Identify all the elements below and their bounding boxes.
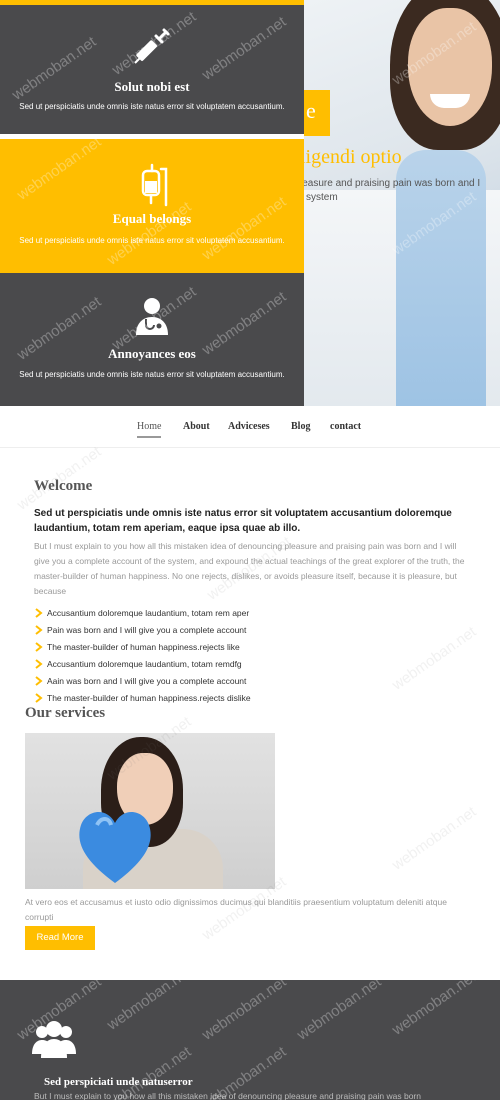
list-item: Pain was born and I will give you a comp… <box>34 621 251 638</box>
list-item: Aain was born and I will give you a comp… <box>34 672 251 689</box>
read-more-button[interactable]: Read More <box>25 926 95 950</box>
nav-about[interactable]: About <box>183 421 210 432</box>
feature-panel-title: Equal belongs <box>112 211 192 226</box>
hero-banner: e ligendi optio leasure and praising pai… <box>0 0 500 406</box>
list-item: Accusantium doloremque laudantium, totam… <box>34 604 251 621</box>
list-item: The master-builder of human happiness.re… <box>34 689 251 706</box>
watermark: webmoban.net <box>389 803 480 874</box>
footer-text: But I must explain to you how all this m… <box>34 1091 421 1100</box>
chevron-right-icon <box>35 641 43 652</box>
iv-drip-icon <box>141 163 168 207</box>
list-item: The master-builder of human happiness.re… <box>34 638 251 655</box>
nav-contact[interactable]: contact <box>330 421 361 432</box>
main-nav: Home About Adviceses Blog contact <box>0 406 500 448</box>
feature-panel[interactable]: Solut nobi est Sed ut perspiciatis unde … <box>0 0 304 134</box>
welcome-list: Accusantium doloremque laudantium, totam… <box>34 604 251 706</box>
chevron-right-icon <box>35 658 43 669</box>
users-icon <box>32 1021 76 1058</box>
chevron-right-icon <box>35 692 43 703</box>
slide-text: system <box>306 192 338 203</box>
services-title: Our services <box>25 705 106 721</box>
feature-panel-title: Annoyances eos <box>108 346 196 361</box>
feature-panels: Solut nobi est Sed ut perspiciatis unde … <box>0 0 304 406</box>
feature-panel-text: Sed ut perspiciatis unde omnis iste natu… <box>19 102 285 111</box>
slide-text: leasure and praising pain was born and I <box>300 178 481 189</box>
chevron-right-icon <box>35 675 43 686</box>
nav-home[interactable]: Home <box>137 421 162 438</box>
slide-heading: ligendi optio <box>300 146 402 168</box>
hero-doctor-photo <box>304 0 500 406</box>
heart-balloon-icon <box>79 811 151 883</box>
chevron-right-icon <box>35 607 43 618</box>
footer-section: Sed perspiciati unde natuserror But I mu… <box>0 980 500 1100</box>
feature-panel[interactable]: Equal belongs Sed ut perspiciatis unde o… <box>0 139 304 273</box>
nav-adviceses[interactable]: Adviceses <box>228 421 270 432</box>
doctor-icon <box>136 298 168 335</box>
list-item: Accusantium doloremque laudantium, totam… <box>34 655 251 672</box>
welcome-lead: Sed ut perspiciatis unde omnis iste natu… <box>34 508 452 534</box>
services-photo <box>25 733 275 889</box>
footer-title: Sed perspiciati unde natuserror <box>44 1076 193 1088</box>
nav-blog[interactable]: Blog <box>291 421 310 432</box>
feature-panel-title: Solut nobi est <box>114 79 190 94</box>
welcome-title: Welcome <box>34 478 93 494</box>
slide-accent-char: e <box>306 98 316 123</box>
chevron-right-icon <box>35 624 43 635</box>
feature-panel[interactable]: Annoyances eos Sed ut perspiciatis unde … <box>0 273 304 406</box>
welcome-body: But I must explain to you how all this m… <box>34 541 465 596</box>
services-text: At vero eos et accusamus et iusto odio d… <box>25 897 447 922</box>
feature-panel-text: Sed ut perspiciatis unde omnis iste natu… <box>19 236 285 245</box>
watermark: webmoban.net <box>389 623 480 694</box>
feature-panel-text: Sed ut perspiciatis unde omnis iste natu… <box>19 370 285 379</box>
syringe-icon <box>134 28 170 64</box>
